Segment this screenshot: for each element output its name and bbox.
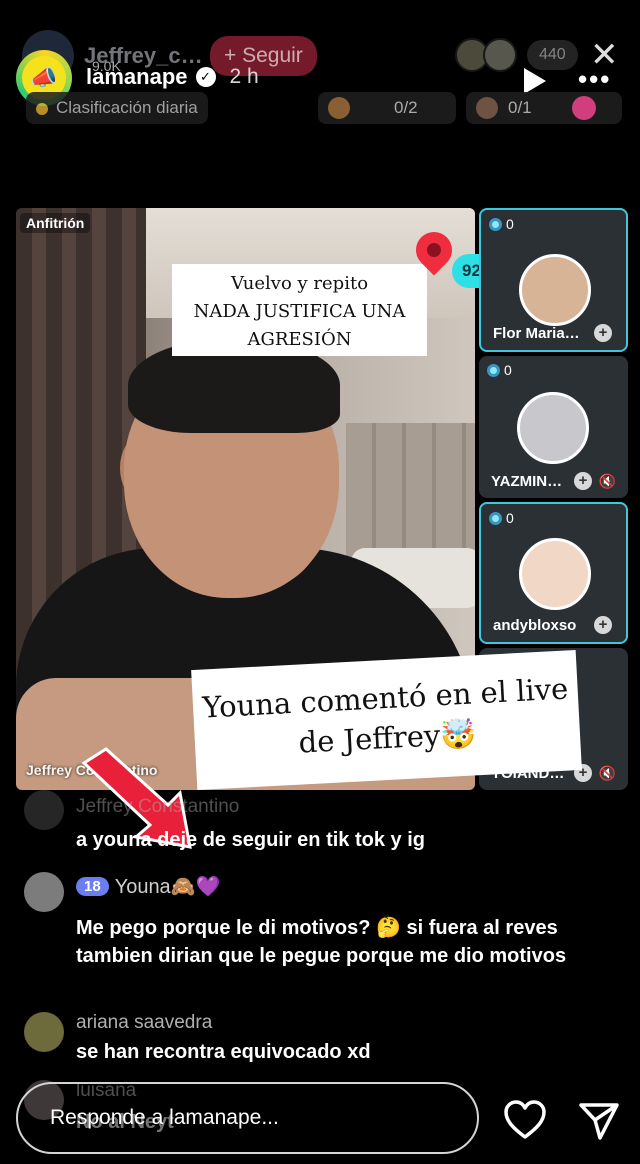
viewer-dot-icon: [487, 363, 500, 377]
caption-top-line3: AGRESIÓN: [247, 329, 352, 350]
guest-tile-2[interactable]: 0 YAZMIN… + 🔇: [479, 356, 628, 498]
story-user-row: lamanape ✓ 2 h: [86, 64, 259, 90]
score-right-value: 0/1: [508, 98, 532, 117]
guest-name: YAZMIN…: [491, 473, 563, 490]
chat-message: se han recontra equivocado xd: [76, 1041, 371, 1063]
caption-top: Vuelvo y repito NADA JUSTIFICA UNA AGRES…: [172, 264, 427, 356]
gift-icon: [328, 97, 350, 119]
add-guest-icon[interactable]: +: [594, 616, 612, 634]
chat-username: Youna🙈💜: [114, 876, 221, 898]
send-icon[interactable]: [578, 1100, 620, 1142]
guest-photo: [517, 392, 589, 464]
reply-input[interactable]: Responde a lamanape...: [16, 1082, 479, 1154]
viewer-count: 440: [527, 40, 578, 70]
guest-count: 0: [489, 510, 514, 526]
guest-count: 0: [487, 362, 512, 378]
guest-count-value: 0: [506, 510, 514, 526]
guest-photo: [519, 538, 591, 610]
score-pill-right[interactable]: 0/1: [466, 92, 622, 124]
guest-photo: [519, 254, 591, 326]
chat-username[interactable]: ariana saavedra: [76, 1012, 212, 1034]
video-background-headboard: [346, 423, 475, 563]
guest-name: andybloxso: [493, 617, 577, 634]
guest-name: Flor Maria…: [493, 325, 580, 342]
verified-icon: ✓: [195, 67, 216, 87]
level-badge: 18: [76, 877, 109, 896]
caption-top-line1: Vuelvo y repito: [230, 273, 369, 294]
octopus-icon: [571, 96, 596, 120]
caption-top-line2: NADA JUSTIFICA UNA: [193, 301, 406, 322]
viewer-dot-icon: [489, 511, 502, 525]
guest-count-value: 0: [504, 362, 512, 378]
mic-off-icon[interactable]: 🔇: [599, 473, 616, 490]
chat-message: a youna deje de seguir en tik tok y ig: [76, 829, 425, 851]
chat-message: Me pego porque le di motivos? 🤔 si fuera…: [76, 917, 567, 967]
chat-username[interactable]: Jeffrey Constantino: [76, 796, 239, 818]
add-guest-icon[interactable]: +: [574, 472, 592, 490]
chat-avatar[interactable]: [24, 790, 64, 830]
chat-avatar[interactable]: [24, 1012, 64, 1052]
daily-ranking-pill[interactable]: Clasificación diaria: [26, 92, 208, 124]
host-label: Anfitrión: [20, 213, 91, 233]
user-icon: [476, 97, 498, 119]
guest-count: 0: [489, 216, 514, 232]
add-guest-icon[interactable]: +: [594, 324, 612, 342]
story-time: 2 h: [229, 65, 259, 88]
guest-count-value: 0: [506, 216, 514, 232]
viewer-avatar: [483, 38, 517, 72]
caption-bottom: Youna comentó en el live de Jeffrey🤯: [191, 650, 582, 790]
play-icon[interactable]: [524, 68, 546, 94]
viewer-avatars: 440: [455, 38, 578, 72]
chat-avatar[interactable]: [24, 872, 64, 912]
story-username[interactable]: lamanape: [86, 64, 188, 90]
heart-icon[interactable]: [503, 1100, 547, 1140]
viewer-dot-icon: [489, 217, 502, 231]
score-pill-left[interactable]: 0/2: [318, 92, 456, 124]
chat-user-row[interactable]: 18 Youna🙈💜: [76, 874, 221, 899]
guest-tile-3[interactable]: 0 andybloxso +: [479, 502, 628, 644]
guest-tile-1[interactable]: 0 Flor Maria… +: [479, 208, 628, 352]
mic-off-icon[interactable]: 🔇: [599, 765, 616, 782]
score-left-value: 0/2: [394, 98, 418, 117]
more-icon[interactable]: •••: [578, 64, 611, 95]
